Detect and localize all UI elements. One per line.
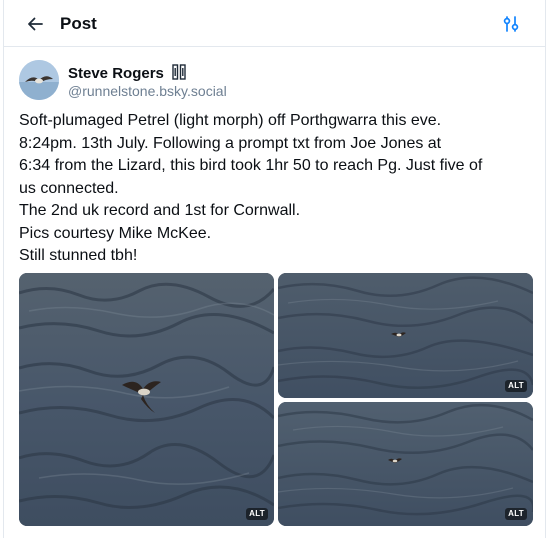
alt-text-badge[interactable]: ALT [246,508,268,520]
post-image[interactable]: ALT [278,402,533,526]
top-bar: Post [4,0,545,47]
post-text-line: 6:34 from the Lizard, this bird took 1hr… [19,157,483,174]
post-text-line: 8:24pm. 13th July. Following a prompt tx… [19,134,442,152]
post-image[interactable]: ALT [278,273,533,398]
sea-bird-photo [278,402,533,526]
bird-avatar-image [19,60,59,100]
post-text-line: Still stunned tbh! [19,247,138,264]
post-author: Steve Rogers @runnelstone.bsky.social [19,60,519,104]
post-body: Soft-plumaged Petrel (light morph) off P… [19,110,539,268]
alt-text-badge[interactable]: ALT [505,508,527,520]
post-text-line: Soft-plumaged Petrel (light morph) off P… [19,112,442,129]
post-thread-panel: Post Steve Rogers @runnelstone.bsky.soci… [3,0,546,538]
thread-settings-button[interactable] [501,14,521,34]
image-gallery: ALT ALT ALT [19,273,533,526]
post-text-line: The 2nd uk record and 1st for Cornwall. [19,202,301,219]
post-image[interactable]: ALT [19,273,274,526]
author-handle[interactable]: @runnelstone.bsky.social [68,82,227,100]
arrow-left-icon [28,17,43,31]
author-name-text: Steve Rogers [68,65,164,82]
sliders-icon [503,16,519,32]
post-text-line: Pics courtesy Mike McKee. [19,224,212,242]
post-text-line: us connected. [19,179,119,197]
sea-bird-photo [278,273,533,398]
alt-text-badge[interactable]: ALT [505,380,527,392]
page-title: Post [60,14,97,33]
sea-bird-photo [19,273,274,526]
back-button[interactable] [24,13,46,35]
avatar[interactable] [19,60,59,100]
